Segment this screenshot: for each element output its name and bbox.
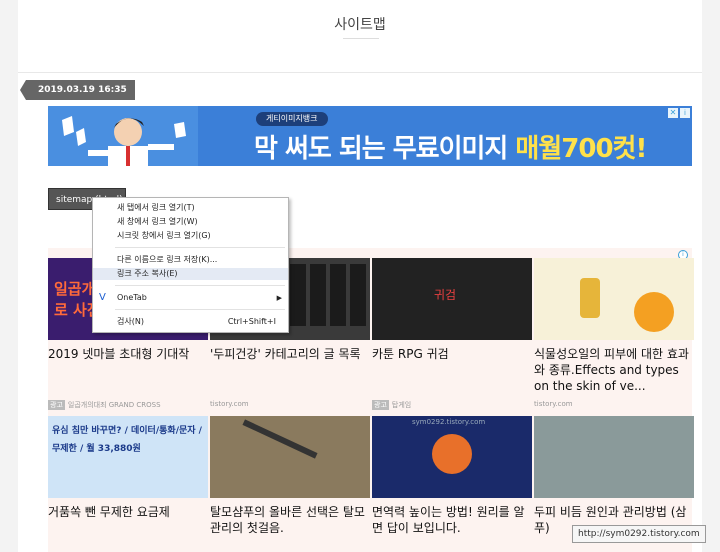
submenu-arrow-icon: ▶: [276, 294, 282, 302]
ad-card-source: 광고 탑게임: [372, 400, 411, 410]
ad-card-image-text: 귀검: [434, 288, 457, 302]
status-url-tooltip: http://sym0292.tistory.com: [572, 525, 706, 543]
menu-separator: [115, 309, 285, 310]
menu-onetab[interactable]: V OneTab ▶: [93, 292, 288, 304]
ad-card-source: tistory.com: [210, 400, 249, 408]
post-date-tag: 2019.03.19 16:35: [20, 80, 135, 100]
ad-card-image: [210, 416, 370, 498]
ad-card-image: [534, 416, 694, 498]
ad-card-image: 귀검: [372, 258, 532, 340]
menu-inspect-label: 검사(N): [117, 317, 144, 326]
ad-card-title[interactable]: 카툰 RPG 귀검: [372, 346, 532, 362]
ad-card-title[interactable]: 식물성오일의 피부에 대한 효과와 종류.Effects and types o…: [534, 346, 692, 394]
menu-separator: [115, 285, 285, 286]
ad-card-title[interactable]: 2019 넷마블 초대형 기대작: [48, 346, 208, 362]
ad-card-image-text: 유심 침만 바꾸면? / 데이터/통화/문자 / 무제한 / 월 33,880원: [52, 426, 202, 454]
ad-card-image: sym0292.tistory.com: [372, 416, 532, 498]
ad-card-image: [534, 258, 694, 340]
ad-close-icon[interactable]: ✕: [668, 108, 678, 118]
menu-onetab-label: OneTab: [117, 293, 147, 302]
banner-ad[interactable]: 게티이미지뱅크 막 써도 되는 무료이미지 매월700컷! ✕ i: [48, 106, 692, 166]
onetab-icon: V: [99, 292, 106, 303]
ad-badge: 광고: [48, 400, 65, 410]
title-divider: [343, 38, 379, 39]
ad-card-source-text: 탑게임: [391, 401, 412, 409]
ad-info-icon[interactable]: i: [680, 108, 690, 118]
ad-card-source: tistory.com: [534, 400, 573, 408]
menu-inspect[interactable]: 검사(N) Ctrl+Shift+I: [93, 316, 288, 328]
ad-card-title[interactable]: 면역력 높이는 방법! 원리를 알면 답이 보입니다.: [372, 504, 532, 536]
ad-card-source-text: 일곱개의대죄 GRAND CROSS: [67, 401, 161, 409]
ad-badge: 광고: [372, 400, 389, 410]
ad-card-title[interactable]: '두피건강' 카테고리의 글 목록: [210, 346, 370, 362]
ad-card-image: 유심 침만 바꾸면? / 데이터/통화/문자 / 무제한 / 월 33,880원: [48, 416, 208, 498]
menu-inspect-shortcut: Ctrl+Shift+I: [227, 317, 276, 326]
menu-open-new-tab[interactable]: 새 탭에서 링크 열기(T): [93, 202, 288, 214]
banner-headline-highlight: 매월700컷!: [515, 134, 647, 164]
ad-card-title[interactable]: 거품쏙 뺀 무제한 요금제: [48, 504, 208, 520]
section-divider: [18, 72, 702, 73]
menu-save-link-as[interactable]: 다른 이름으로 링크 저장(K)...: [93, 254, 288, 266]
menu-open-new-window[interactable]: 새 창에서 링크 열기(W): [93, 216, 288, 228]
banner-brand-pill: 게티이미지뱅크: [256, 112, 328, 126]
banner-headline-main: 막 써도 되는 무료이미지: [254, 134, 516, 164]
banner-headline: 막 써도 되는 무료이미지 매월700컷!: [254, 128, 647, 165]
menu-open-incognito[interactable]: 시크릿 창에서 링크 열기(G): [93, 230, 288, 242]
ad-card-source: 광고 일곱개의대죄 GRAND CROSS: [48, 400, 161, 410]
menu-separator: [115, 247, 285, 248]
ad-card-image-text: sym0292.tistory.com: [412, 418, 486, 426]
cartoon-character-icon: [62, 116, 186, 166]
context-menu: 새 탭에서 링크 열기(T) 새 창에서 링크 열기(W) 시크릿 창에서 링크…: [92, 197, 289, 333]
page-title: 사이트맵: [334, 17, 386, 33]
ad-card-title[interactable]: 탈모샴푸의 올바른 선택은 탈모관리의 첫걸음.: [210, 504, 370, 536]
menu-copy-link-address[interactable]: 링크 주소 복사(E): [93, 268, 288, 280]
